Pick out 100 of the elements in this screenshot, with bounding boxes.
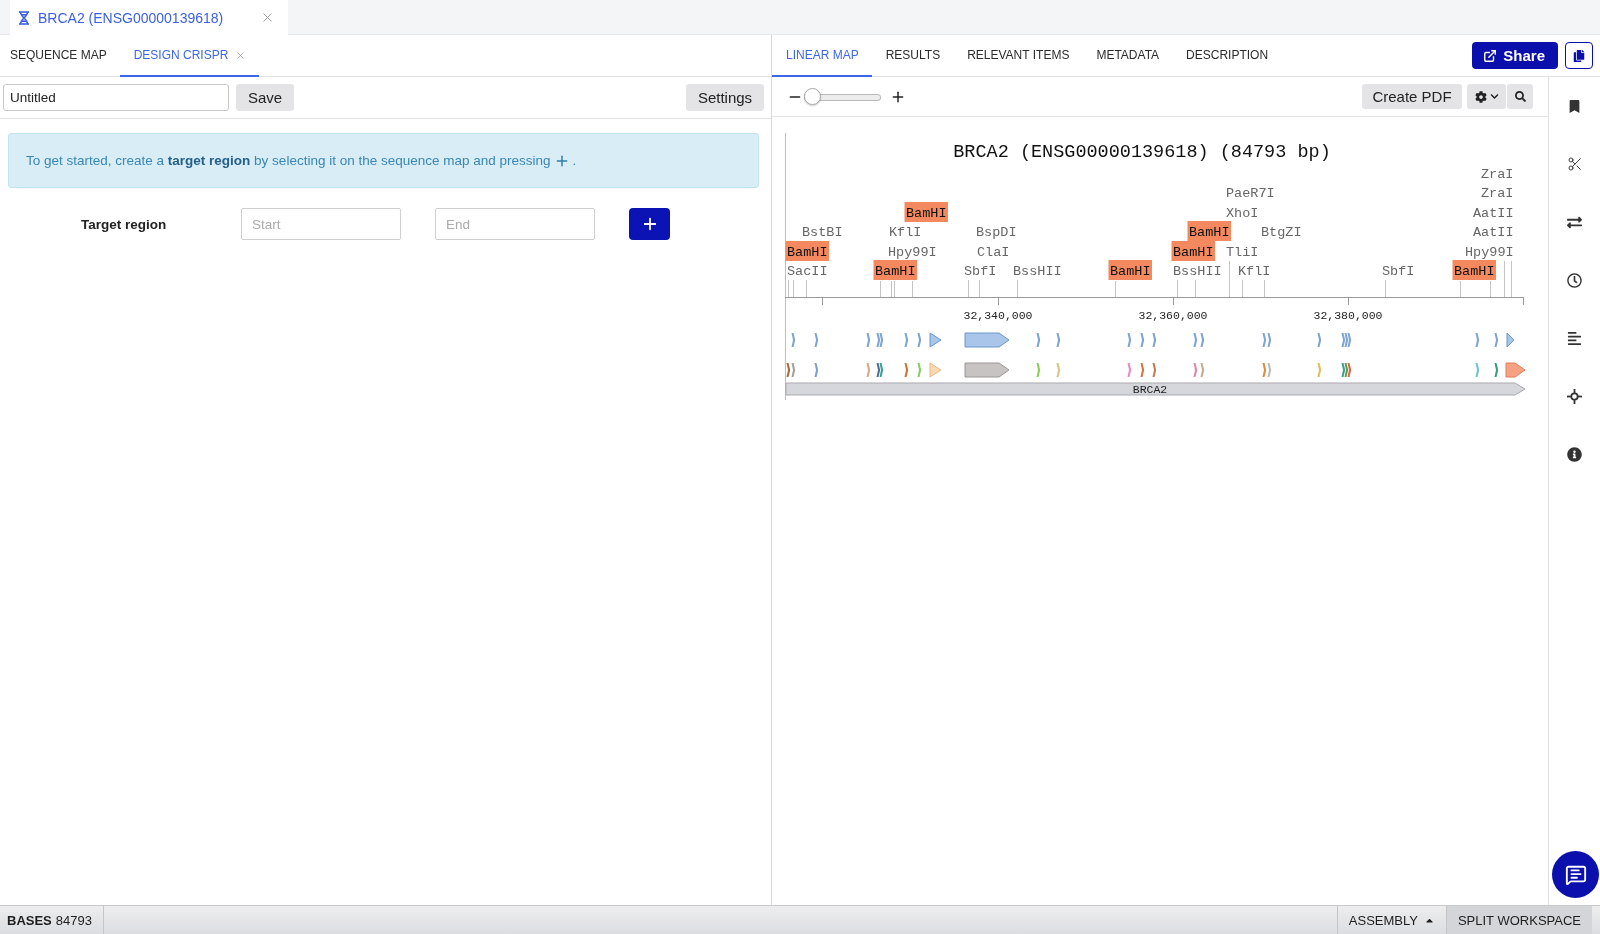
feature-marker: [1317, 363, 1322, 377]
copy-button[interactable]: [1565, 42, 1593, 69]
add-button[interactable]: [629, 208, 670, 240]
enzyme-label: SbfI: [1382, 263, 1415, 279]
feature-marker: [1152, 363, 1157, 377]
tab[interactable]: RELEVANT ITEMS: [953, 35, 1083, 77]
enzyme-tag: BamHI: [873, 260, 917, 280]
info-icon: [1567, 446, 1582, 462]
feature-triangle: [929, 332, 942, 348]
settings-icon: [1474, 90, 1487, 103]
feature-marker: [1475, 363, 1480, 377]
document-tab[interactable]: BRCA2 (ENSG00000139618): [10, 0, 288, 35]
search-button[interactable]: [1507, 84, 1533, 109]
feature-marker: [1127, 333, 1132, 347]
feature-triangle: [1506, 332, 1515, 348]
axis-label: 32,360,000: [1138, 309, 1208, 322]
feature-marker: [1494, 363, 1499, 377]
feature-marker: [1140, 333, 1145, 347]
chevron-down-icon: [1489, 92, 1499, 101]
enzyme-label: ZraI: [1481, 185, 1514, 201]
enzyme-label: TliI: [1226, 244, 1259, 260]
feature-marker: [1475, 333, 1480, 347]
clock-icon: [1567, 272, 1582, 288]
enzyme-label: Hpy99I: [888, 244, 937, 260]
enzyme-label: BspDI: [976, 224, 1017, 240]
name-field[interactable]: Untitled: [3, 84, 229, 111]
settings-button[interactable]: Settings: [686, 84, 764, 111]
feature-marker: [791, 333, 796, 347]
feature-marker: [1200, 333, 1205, 347]
feature-marker: [904, 333, 909, 347]
enzyme-label: AatII: [1473, 205, 1514, 221]
bookmark-icon: [1568, 99, 1581, 113]
cut-line: [1460, 280, 1461, 298]
zoom-thumb[interactable]: [804, 88, 821, 105]
tab[interactable]: SEQUENCE MAP: [0, 35, 120, 77]
cut-line: [1242, 279, 1243, 298]
enzyme-label: BssHII: [1173, 263, 1222, 279]
tab[interactable]: METADATA: [1082, 35, 1173, 77]
tab[interactable]: RESULTS: [871, 35, 954, 77]
assembly-button[interactable]: ASSEMBLY: [1336, 906, 1446, 934]
share-button[interactable]: Share: [1472, 42, 1558, 69]
cut-line: [979, 279, 980, 298]
feature-arrow: [964, 332, 1010, 348]
feature-marker: [1036, 333, 1041, 347]
cut-line: [788, 279, 789, 298]
cut-line: [880, 280, 881, 298]
end-field[interactable]: End: [435, 208, 595, 240]
feature-marker: [814, 333, 819, 347]
feature-triangle: [929, 362, 942, 378]
cut-line: [1195, 279, 1196, 298]
cut-line: [894, 280, 895, 298]
tab[interactable]: DESCRIPTION: [1172, 35, 1282, 77]
start-field[interactable]: Start: [241, 208, 401, 240]
cut-line: [1017, 279, 1018, 298]
enzyme-label: SacII: [787, 263, 828, 279]
chat-button[interactable]: [1552, 851, 1599, 898]
enzyme-tag: BamHI: [1108, 260, 1152, 280]
cut-line: [968, 279, 969, 298]
tab[interactable]: LINEAR MAP: [772, 35, 872, 77]
feature-marker: [917, 333, 922, 347]
document-title: BRCA2 (ENSG00000139618): [38, 9, 224, 26]
cut-line: [1229, 260, 1230, 298]
feature-marker: [1200, 363, 1205, 377]
scissors-icon: [1566, 156, 1583, 172]
create-pdf-button[interactable]: Create PDF: [1362, 84, 1462, 109]
close-icon: [260, 10, 275, 25]
feature-marker: [1056, 333, 1061, 347]
copy-icon: [1573, 49, 1585, 62]
zoom-slider[interactable]: [804, 88, 881, 105]
feature-marker: [1140, 363, 1145, 377]
feature-arrow: [964, 362, 1010, 378]
crosshair-icon: [1567, 388, 1582, 404]
enzyme-label: Hpy99I: [1465, 244, 1514, 260]
info-text-end: .: [572, 153, 577, 168]
gene-label: BRCA2: [1132, 383, 1168, 396]
enzyme-tag: BamHI: [1187, 221, 1231, 241]
axis-label: 32,380,000: [1313, 309, 1383, 322]
enzyme-label: KflI: [1238, 263, 1271, 279]
settings-dropdown-button[interactable]: [1467, 84, 1506, 109]
enzyme-label: SbfI: [964, 263, 997, 279]
tab[interactable]: DESIGN CRISPR: [119, 35, 260, 77]
external-link-icon: [1483, 48, 1498, 63]
split-workspace-button[interactable]: SPLIT WORKSPACE: [1445, 906, 1592, 934]
target-region-label: Target region: [81, 216, 167, 232]
cut-line: [1177, 279, 1178, 298]
enzyme-tag: BamHI: [785, 241, 829, 261]
save-button[interactable]: Save: [236, 84, 294, 111]
enzyme-label: KflI: [889, 224, 922, 240]
feature-marker: [917, 363, 922, 377]
cut-line: [1115, 280, 1116, 298]
close-button[interactable]: [260, 10, 275, 25]
swap-arrows-icon: [1567, 214, 1582, 230]
enzyme-label: BstBI: [802, 224, 843, 240]
feature-marker: [904, 363, 909, 377]
enzyme-label: ZraI: [1481, 166, 1514, 182]
feature-marker: [1056, 363, 1061, 377]
cut-line: [1490, 280, 1491, 298]
cut-line: [793, 279, 794, 298]
enzyme-label: XhoI: [1226, 205, 1259, 221]
enzyme-label: AatII: [1473, 224, 1514, 240]
